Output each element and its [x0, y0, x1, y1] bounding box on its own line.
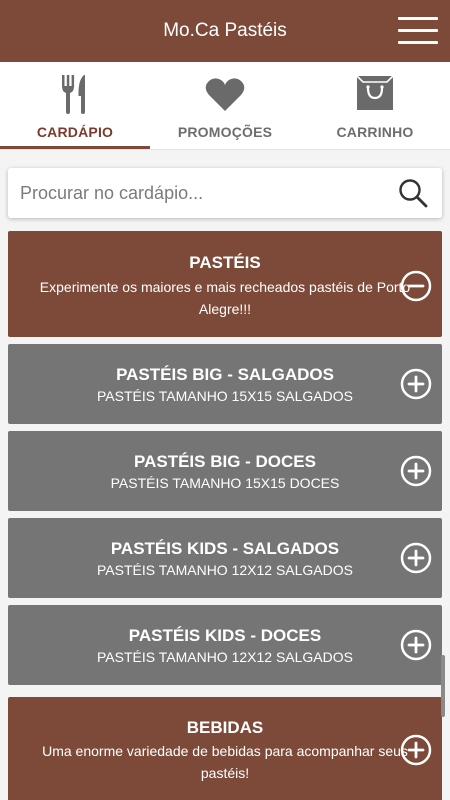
- plus-circle-icon[interactable]: [400, 734, 432, 766]
- category-title: BEBIDAS: [186, 718, 264, 737]
- app-header: Mo.Ca Pastéis: [0, 0, 450, 62]
- hamburger-menu-icon[interactable]: [398, 16, 438, 46]
- tab-label-carrinho: CARRINHO: [336, 124, 414, 140]
- category-description: PASTÉIS TAMANHO 15X15 DOCES: [110, 475, 340, 491]
- category-title: PASTÉIS BIG - SALGADOS: [116, 365, 334, 384]
- plus-circle-icon[interactable]: [400, 455, 432, 487]
- fork-knife-icon: [62, 75, 85, 114]
- shopping-bag-icon: [356, 75, 394, 110]
- category-title: PASTÉIS KIDS - DOCES: [128, 626, 322, 645]
- scrollbar[interactable]: [441, 655, 445, 717]
- tab-label-cardapio: CARDÁPIO: [36, 124, 114, 140]
- category-pasteis[interactable]: PASTÉIS Experimente os maiores e mais re…: [8, 231, 442, 337]
- tab-promocoes[interactable]: PROMOÇÕES: [150, 62, 300, 150]
- active-tab-indicator: [0, 146, 150, 149]
- category-title: PASTÉIS BIG - DOCES: [134, 452, 316, 471]
- category-title: PASTÉIS KIDS - SALGADOS: [110, 539, 340, 558]
- minus-circle-icon[interactable]: [400, 270, 432, 302]
- category-pasteis-kids-salgados[interactable]: PASTÉIS KIDS - SALGADOS PASTÉIS TAMANHO …: [8, 518, 442, 598]
- category-pasteis-big-salgados[interactable]: PASTÉIS BIG - SALGADOS PASTÉIS TAMANHO 1…: [8, 344, 442, 424]
- category-description: PASTÉIS TAMANHO 12X12 SALGADOS: [97, 649, 353, 665]
- tab-label-promocoes: PROMOÇÕES: [177, 124, 273, 140]
- heart-icon: [205, 78, 245, 111]
- search-input[interactable]: [20, 176, 390, 210]
- category-description: Experimente os maiores e mais recheados …: [39, 279, 411, 317]
- plus-circle-icon[interactable]: [400, 368, 432, 400]
- app-title: Mo.Ca Pastéis: [163, 20, 287, 41]
- tab-cardapio[interactable]: CARDÁPIO: [0, 62, 150, 150]
- tab-bar: CARDÁPIO PROMOÇÕES CARRINHO: [0, 62, 450, 150]
- category-bebidas[interactable]: BEBIDAS Uma enorme variedade de bebidas …: [8, 697, 442, 800]
- category-description: PASTÉIS TAMANHO 15X15 SALGADOS: [97, 388, 353, 404]
- plus-circle-icon[interactable]: [400, 542, 432, 574]
- search-bar: [8, 168, 442, 218]
- search-icon[interactable]: [398, 178, 428, 208]
- category-title: PASTÉIS: [189, 253, 261, 272]
- category-description: Uma enorme variedade de bebidas para aco…: [42, 743, 408, 781]
- category-description: PASTÉIS TAMANHO 12X12 SALGADOS: [97, 562, 353, 578]
- tab-carrinho[interactable]: CARRINHO: [300, 62, 450, 150]
- category-pasteis-big-doces[interactable]: PASTÉIS BIG - DOCES PASTÉIS TAMANHO 15X1…: [8, 431, 442, 511]
- category-pasteis-kids-doces[interactable]: PASTÉIS KIDS - DOCES PASTÉIS TAMANHO 12X…: [8, 605, 442, 685]
- plus-circle-icon[interactable]: [400, 629, 432, 661]
